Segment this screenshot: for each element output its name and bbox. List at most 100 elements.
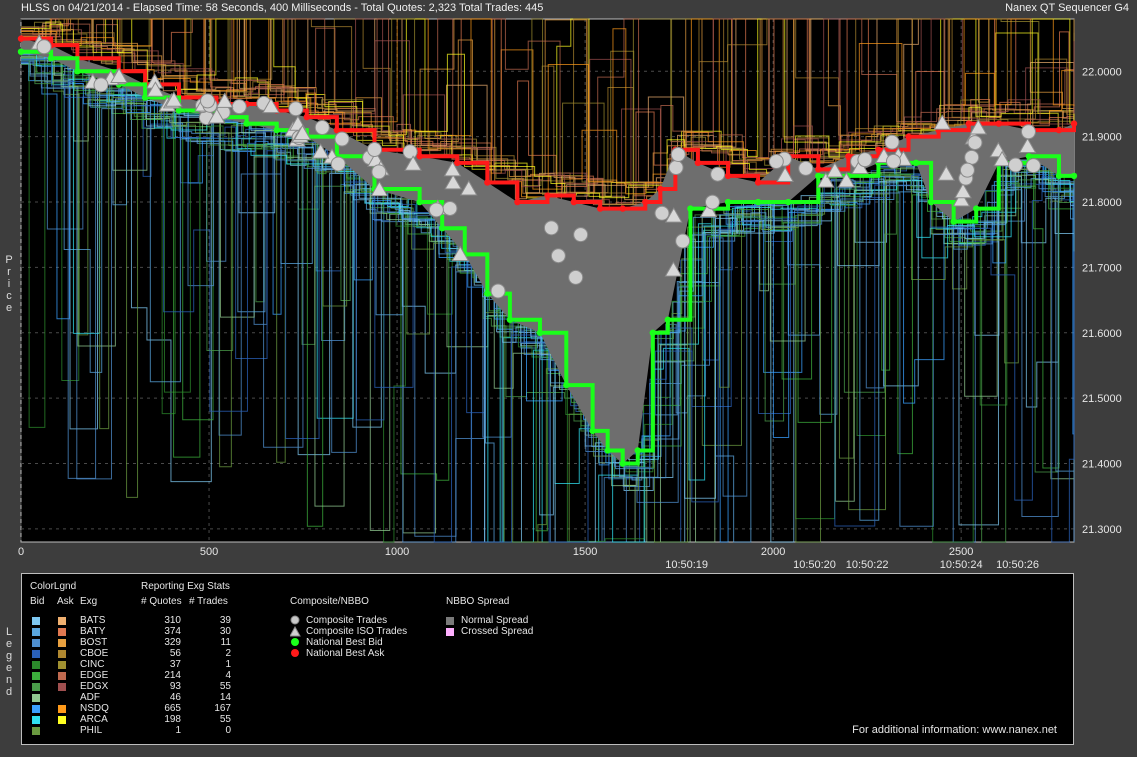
composite-trade	[442, 200, 458, 216]
spread-title: NBBO Spread	[446, 596, 510, 607]
y-tick-label: 21.6000	[1082, 328, 1122, 340]
best-bid-point	[563, 381, 570, 389]
composite-trade	[334, 131, 350, 147]
best-ask-point	[544, 192, 551, 199]
best-bid-point	[506, 316, 514, 323]
col-exg-header: Exg	[80, 596, 98, 607]
best-ask-icon	[291, 649, 299, 657]
best-bid-point	[815, 172, 822, 180]
time-tick-label: 10:50:19	[665, 559, 708, 571]
col-bid-header: Bid	[30, 596, 45, 607]
ask-color-swatch	[58, 683, 66, 691]
price-chart: 22.0000 21.9000 21.8000 21.7000 21.6000 21.50…	[17, 18, 1122, 571]
composite-trade	[568, 269, 584, 285]
composite-trade	[428, 202, 444, 218]
bid-color-swatch	[32, 705, 40, 713]
composite-trade	[36, 39, 52, 55]
best-bid-point	[439, 225, 446, 232]
best-bid-point	[273, 126, 280, 134]
ask-color-swatch	[58, 716, 66, 724]
composite-trade	[857, 152, 873, 168]
best-ask-point	[17, 35, 25, 42]
col-quotes-header: # Quotes	[141, 596, 182, 607]
y-tick-label: 21.4000	[1082, 459, 1122, 471]
composite-trade	[1020, 124, 1036, 140]
best-ask-point	[454, 159, 461, 167]
best-bid-point	[687, 205, 694, 212]
exchange-trades: 0	[225, 725, 231, 736]
crossed-spread-swatch	[446, 628, 454, 636]
bid-color-swatch	[32, 628, 40, 636]
best-ask-point	[514, 198, 521, 206]
ask-color-swatch	[58, 650, 66, 658]
composite-trade	[371, 164, 387, 180]
bid-color-swatch	[32, 650, 40, 658]
col-ask-header: Ask	[57, 596, 74, 607]
best-bid-point	[74, 68, 81, 75]
best-bid-point	[47, 55, 55, 62]
best-bid-point	[243, 120, 250, 127]
legend-side-label: Legend	[5, 626, 13, 698]
best-bid-point	[912, 159, 920, 167]
composite-item-ask: National Best Ask	[306, 648, 385, 659]
bid-color-swatch	[32, 727, 40, 735]
composite-trade	[710, 166, 726, 182]
x-tick-label: 1000	[385, 546, 409, 558]
composite-trade	[654, 205, 670, 221]
best-ask-point	[484, 179, 491, 186]
best-ask-point	[694, 159, 702, 167]
composite-trade	[330, 156, 346, 172]
composite-title: Composite/NBBO	[290, 596, 369, 607]
exchange-name: PHIL	[80, 725, 103, 736]
stats-title: Reporting Exg Stats	[141, 581, 230, 592]
best-bid-point	[604, 447, 611, 454]
composite-trade	[967, 135, 983, 151]
best-bid-point	[634, 447, 641, 454]
time-tick-label: 10:50:24	[940, 559, 983, 571]
best-bid-point	[536, 329, 544, 336]
composite-trade	[885, 153, 901, 169]
best-bid-point	[619, 460, 626, 467]
best-bid-point	[754, 198, 762, 206]
best-bid-point	[664, 316, 672, 323]
col-trades-header: # Trades	[189, 596, 228, 607]
best-ask-point	[416, 153, 423, 160]
y-tick-label: 22.0000	[1082, 66, 1122, 78]
best-ask-point	[642, 198, 649, 206]
legend-panel: ColorLgnd Reporting Exg Stats Bid Ask Ex…	[21, 573, 1074, 745]
composite-trade	[964, 149, 980, 165]
color-legend-title: ColorLgnd	[30, 581, 77, 592]
y-tick-label: 21.3000	[1082, 524, 1122, 536]
composite-trade	[200, 93, 216, 109]
exchange-quotes: 1	[175, 725, 181, 736]
y-tick-label: 21.9000	[1082, 132, 1122, 144]
bid-color-swatch	[32, 661, 40, 669]
time-tick-label: 10:50:26	[996, 559, 1039, 571]
composite-trade	[543, 220, 559, 236]
best-bid-icon	[291, 638, 299, 646]
composite-trade	[798, 160, 814, 176]
footer-link[interactable]: For additional information: www.nanex.ne…	[852, 724, 1057, 736]
best-ask-point	[965, 120, 972, 127]
x-tick-label: 500	[200, 546, 218, 558]
ask-color-swatch	[58, 672, 66, 680]
composite-iso-triangle-icon	[290, 626, 301, 637]
spread-item-crossed: Crossed Spread	[461, 626, 534, 637]
composite-trade	[367, 142, 383, 158]
composite-trade	[668, 160, 684, 176]
best-bid-point	[17, 48, 25, 55]
best-ask-point	[619, 205, 626, 212]
best-ask-point	[905, 133, 912, 140]
composite-trade	[959, 162, 975, 178]
composite-trade	[550, 248, 566, 264]
bid-color-swatch	[32, 672, 40, 680]
best-ask-point	[596, 205, 604, 212]
composite-trade	[573, 227, 589, 243]
best-bid-point	[1055, 172, 1063, 180]
best-bid-point	[724, 198, 732, 206]
best-ask-point	[875, 146, 882, 153]
ask-color-swatch	[58, 628, 66, 636]
composite-trade	[704, 194, 720, 210]
composite-trade	[675, 233, 691, 249]
ask-color-swatch	[58, 661, 66, 669]
